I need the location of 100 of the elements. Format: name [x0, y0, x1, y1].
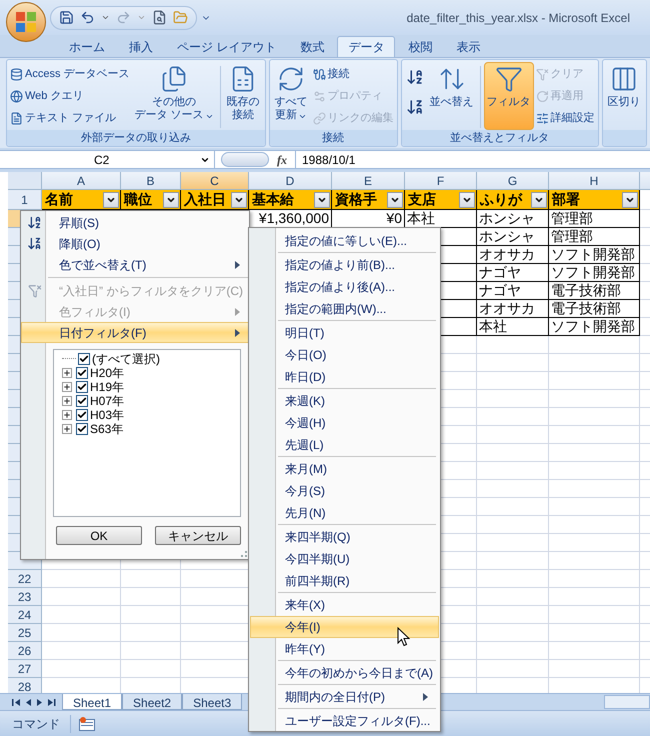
row-header[interactable]: 28: [8, 678, 42, 693]
menu-item[interactable]: ユーザー設定フィルタ(F)...: [250, 710, 439, 732]
menu-item[interactable]: 今年(I): [250, 616, 439, 638]
ribbon-button[interactable]: 並べ替え: [426, 62, 477, 130]
expand-button[interactable]: [62, 410, 72, 420]
previous-sheet-icon[interactable]: [25, 698, 32, 706]
menu-item[interactable]: 今年の初めから今日まで(A): [250, 662, 439, 684]
ribbon-button[interactable]: すべて 更新: [272, 62, 311, 130]
filter-dropdown-button[interactable]: [103, 192, 119, 208]
sheet-tab[interactable]: Sheet3: [182, 694, 242, 710]
name-box[interactable]: C2: [8, 151, 215, 168]
undo-icon[interactable]: [80, 10, 95, 25]
column-header[interactable]: F: [405, 172, 477, 190]
menu-item[interactable]: 来月(M): [250, 458, 439, 480]
menu-item[interactable]: 指定の範囲内(W)...: [250, 298, 439, 320]
menu-item[interactable]: 期間内の全日付(P): [250, 686, 439, 708]
menu-item[interactable]: 指定の値より前(B)...: [250, 254, 439, 276]
ribbon-button[interactable]: 既存の 接続: [224, 62, 263, 130]
horizontal-scrollbar[interactable]: [604, 695, 650, 709]
menu-item[interactable]: 先週(L): [250, 434, 439, 456]
column-header[interactable]: B: [121, 172, 181, 190]
menu-item[interactable]: 今日(O): [250, 344, 439, 366]
menu-item[interactable]: 先月(N): [250, 502, 439, 524]
next-sheet-icon[interactable]: [36, 698, 43, 706]
menu-item[interactable]: 昨日(D): [250, 366, 439, 388]
filter-dropdown-button[interactable]: [387, 192, 403, 208]
menu-item[interactable]: 色で並べ替え(T): [21, 254, 249, 275]
row-header[interactable]: 22: [8, 570, 42, 588]
expand-button[interactable]: [62, 396, 72, 406]
ribbon-button[interactable]: フィルタ: [484, 62, 534, 130]
ribbon-command[interactable]: テキスト ファイル: [9, 108, 131, 128]
column-header[interactable]: H: [549, 172, 640, 190]
ribbon-command[interactable]: 接続: [312, 64, 395, 84]
menu-item[interactable]: 来週(K): [250, 390, 439, 412]
column-header[interactable]: G: [477, 172, 549, 190]
insert-function-button[interactable]: fx: [277, 154, 287, 166]
column-header[interactable]: E: [332, 172, 405, 190]
row-header[interactable]: 25: [8, 624, 42, 642]
row-header[interactable]: 26: [8, 642, 42, 660]
menu-item[interactable]: 日付フィルタ(F): [21, 322, 249, 343]
dialog-button[interactable]: キャンセル: [155, 526, 241, 545]
ribbon-tab[interactable]: 校閲: [397, 36, 444, 57]
print-preview-icon[interactable]: [152, 10, 167, 25]
ribbon-tab[interactable]: データ: [337, 36, 396, 57]
expand-button[interactable]: [62, 382, 72, 392]
menu-item[interactable]: 今四半期(U): [250, 548, 439, 570]
sheet-tab[interactable]: Sheet1: [62, 694, 122, 710]
menu-item[interactable]: 今週(H): [250, 412, 439, 434]
menu-item[interactable]: 昨年(Y): [250, 638, 439, 660]
filter-dropdown-button[interactable]: [622, 192, 638, 208]
ribbon-command[interactable]: Access データベース: [9, 64, 131, 84]
menu-item[interactable]: 指定の値より後(A)...: [250, 276, 439, 298]
macro-record-icon[interactable]: [79, 716, 95, 730]
ribbon-tab[interactable]: ホーム: [58, 36, 116, 57]
expand-button[interactable]: [62, 424, 72, 434]
column-header[interactable]: A: [42, 172, 121, 190]
filter-dropdown-button[interactable]: [459, 192, 475, 208]
checkbox[interactable]: [76, 381, 88, 393]
checkbox[interactable]: [76, 409, 88, 421]
filter-dropdown-button[interactable]: [231, 192, 247, 208]
ribbon-tab[interactable]: 表示: [445, 36, 492, 57]
checkbox[interactable]: [76, 395, 88, 407]
sort-ascending-icon[interactable]: [406, 68, 424, 86]
ribbon-tab[interactable]: ページ レイアウト: [166, 36, 288, 57]
ribbon-tab[interactable]: 数式: [289, 36, 336, 57]
checkbox[interactable]: [76, 367, 88, 379]
menu-item[interactable]: 昇順(S): [21, 212, 249, 233]
filter-dropdown-button[interactable]: [531, 192, 547, 208]
row-header[interactable]: 27: [8, 660, 42, 678]
formula-bar-handle[interactable]: [221, 152, 269, 167]
column-header[interactable]: D: [249, 172, 332, 190]
menu-item[interactable]: 前四半期(R): [250, 570, 439, 592]
checkbox[interactable]: [76, 423, 88, 435]
last-sheet-icon[interactable]: [47, 698, 56, 706]
row-header[interactable]: 24: [8, 606, 42, 624]
menu-item[interactable]: 来年(X): [250, 594, 439, 616]
filter-dropdown-button[interactable]: [314, 192, 330, 208]
filter-dropdown-button[interactable]: [163, 192, 179, 208]
resize-grip-icon[interactable]: [241, 551, 247, 557]
ribbon-button[interactable]: その他の データ ソース: [132, 62, 217, 130]
row-header[interactable]: 1: [8, 190, 42, 210]
menu-item[interactable]: 来四半期(Q): [250, 526, 439, 548]
ribbon-tab[interactable]: 挿入: [118, 36, 164, 57]
row-header[interactable]: 23: [8, 588, 42, 606]
checkbox[interactable]: [78, 353, 90, 365]
column-header[interactable]: C: [181, 172, 249, 190]
first-sheet-icon[interactable]: [12, 698, 21, 706]
menu-item[interactable]: 今月(S): [250, 480, 439, 502]
office-button[interactable]: [6, 2, 46, 42]
ribbon-button[interactable]: 区切り: [604, 62, 644, 130]
ribbon-command[interactable]: Web クエリ: [9, 86, 131, 106]
menu-item[interactable]: 指定の値に等しい(E)...: [250, 230, 439, 252]
dialog-button[interactable]: OK: [56, 526, 142, 545]
caret-icon[interactable]: [101, 13, 110, 22]
formula-input[interactable]: 1988/10/1: [302, 150, 356, 168]
sheet-tab[interactable]: Sheet2: [122, 694, 182, 710]
ribbon-command[interactable]: 詳細設定: [534, 108, 596, 128]
menu-item[interactable]: 降順(O): [21, 233, 249, 254]
sort-descending-icon[interactable]: [406, 98, 424, 116]
expand-button[interactable]: [62, 368, 72, 378]
